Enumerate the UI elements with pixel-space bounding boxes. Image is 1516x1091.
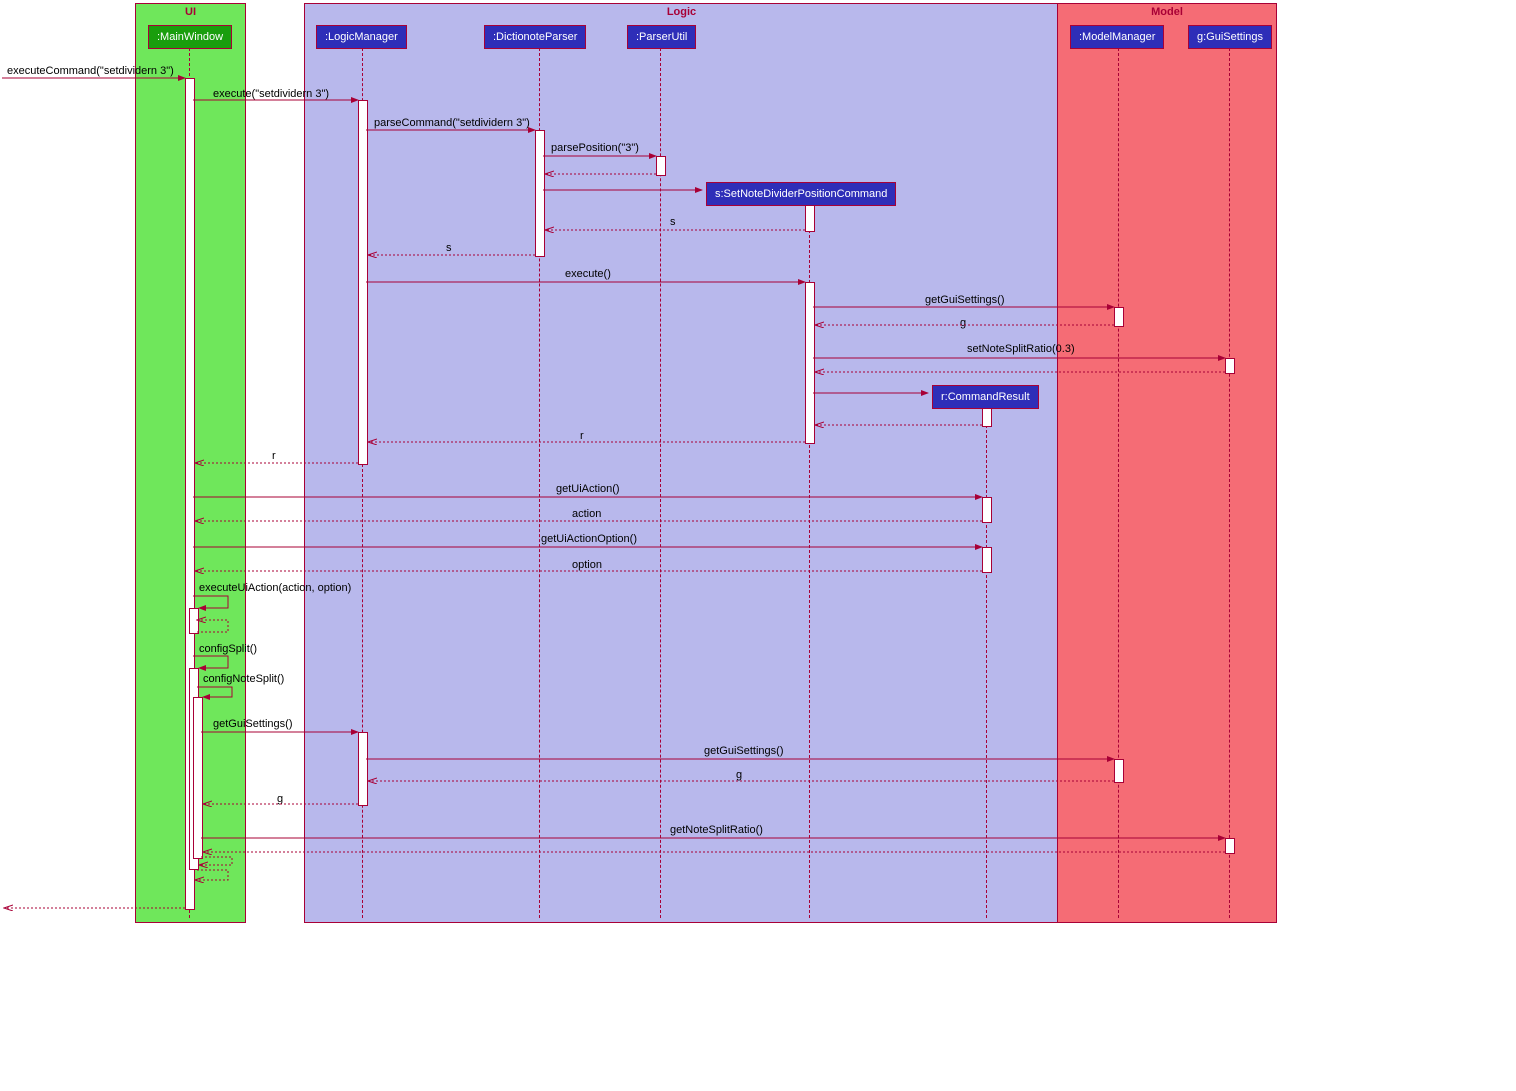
act-logicmgr-2 <box>358 732 368 806</box>
sequence-diagram: UI Logic Model :MainWindow :LogicManager… <box>0 0 1280 930</box>
model-box: Model <box>1057 3 1277 923</box>
label-m25: getNoteSplitRatio() <box>670 824 763 836</box>
act-modelmgr-2 <box>1114 759 1124 783</box>
act-cr-2 <box>982 497 992 523</box>
label-m18: executeUiAction(action, option) <box>199 582 351 594</box>
act-parser-1 <box>535 130 545 257</box>
act-logicmgr-1 <box>358 100 368 465</box>
label-m13: r <box>272 450 276 462</box>
act-mainwindow-4 <box>193 697 203 859</box>
participant-logicmgr: :LogicManager <box>316 25 407 49</box>
label-m23: g <box>736 769 742 781</box>
participant-sndpc: s:SetNoteDividerPositionCommand <box>706 182 896 206</box>
logic-box-title: Logic <box>305 6 1058 18</box>
act-modelmgr-1 <box>1114 307 1124 327</box>
participant-mainwindow: :MainWindow <box>148 25 232 49</box>
participant-guisettings: g:GuiSettings <box>1188 25 1272 49</box>
lifeline-commandresult <box>986 405 987 918</box>
act-gsettings-1 <box>1225 358 1235 374</box>
label-m7: s <box>446 242 452 254</box>
label-m24: g <box>277 793 283 805</box>
ui-box-title: UI <box>136 6 245 18</box>
label-m4: parsePosition("3") <box>551 142 639 154</box>
lifeline-parserutil <box>660 48 661 918</box>
lifeline-modelmgr <box>1118 48 1119 918</box>
logic-box: Logic <box>304 3 1059 923</box>
label-m1: executeCommand("setdividern 3") <box>7 65 174 77</box>
act-gsettings-2 <box>1225 838 1235 854</box>
label-m19: configSplit() <box>199 643 257 655</box>
lifeline-guisettings <box>1229 48 1230 918</box>
label-m8: execute() <box>565 268 611 280</box>
participant-parserutil: :ParserUtil <box>627 25 696 49</box>
act-parserutil-1 <box>656 156 666 176</box>
label-m2: execute("setdividern 3") <box>213 88 329 100</box>
label-m6: s <box>670 216 676 228</box>
label-m17: option <box>572 559 602 571</box>
label-m11: setNoteSplitRatio(0.3) <box>967 343 1075 355</box>
label-m16: getUiActionOption() <box>541 533 637 545</box>
label-m10: g <box>960 317 966 329</box>
label-m21: getGuiSettings() <box>213 718 292 730</box>
model-box-title: Model <box>1058 6 1276 18</box>
participant-commandresult: r:CommandResult <box>932 385 1039 409</box>
act-mainwindow-2 <box>189 608 199 634</box>
label-m14: getUiAction() <box>556 483 620 495</box>
act-cr-3 <box>982 547 992 573</box>
label-m15: action <box>572 508 601 520</box>
participant-parser: :DictionoteParser <box>484 25 586 49</box>
label-m9: getGuiSettings() <box>925 294 1004 306</box>
participant-modelmgr: :ModelManager <box>1070 25 1164 49</box>
label-m12ret: r <box>580 430 584 442</box>
label-m20: configNoteSplit() <box>203 673 284 685</box>
act-sndpc-2 <box>805 282 815 444</box>
label-m3: parseCommand("setdividern 3") <box>374 117 530 129</box>
label-m22: getGuiSettings() <box>704 745 783 757</box>
